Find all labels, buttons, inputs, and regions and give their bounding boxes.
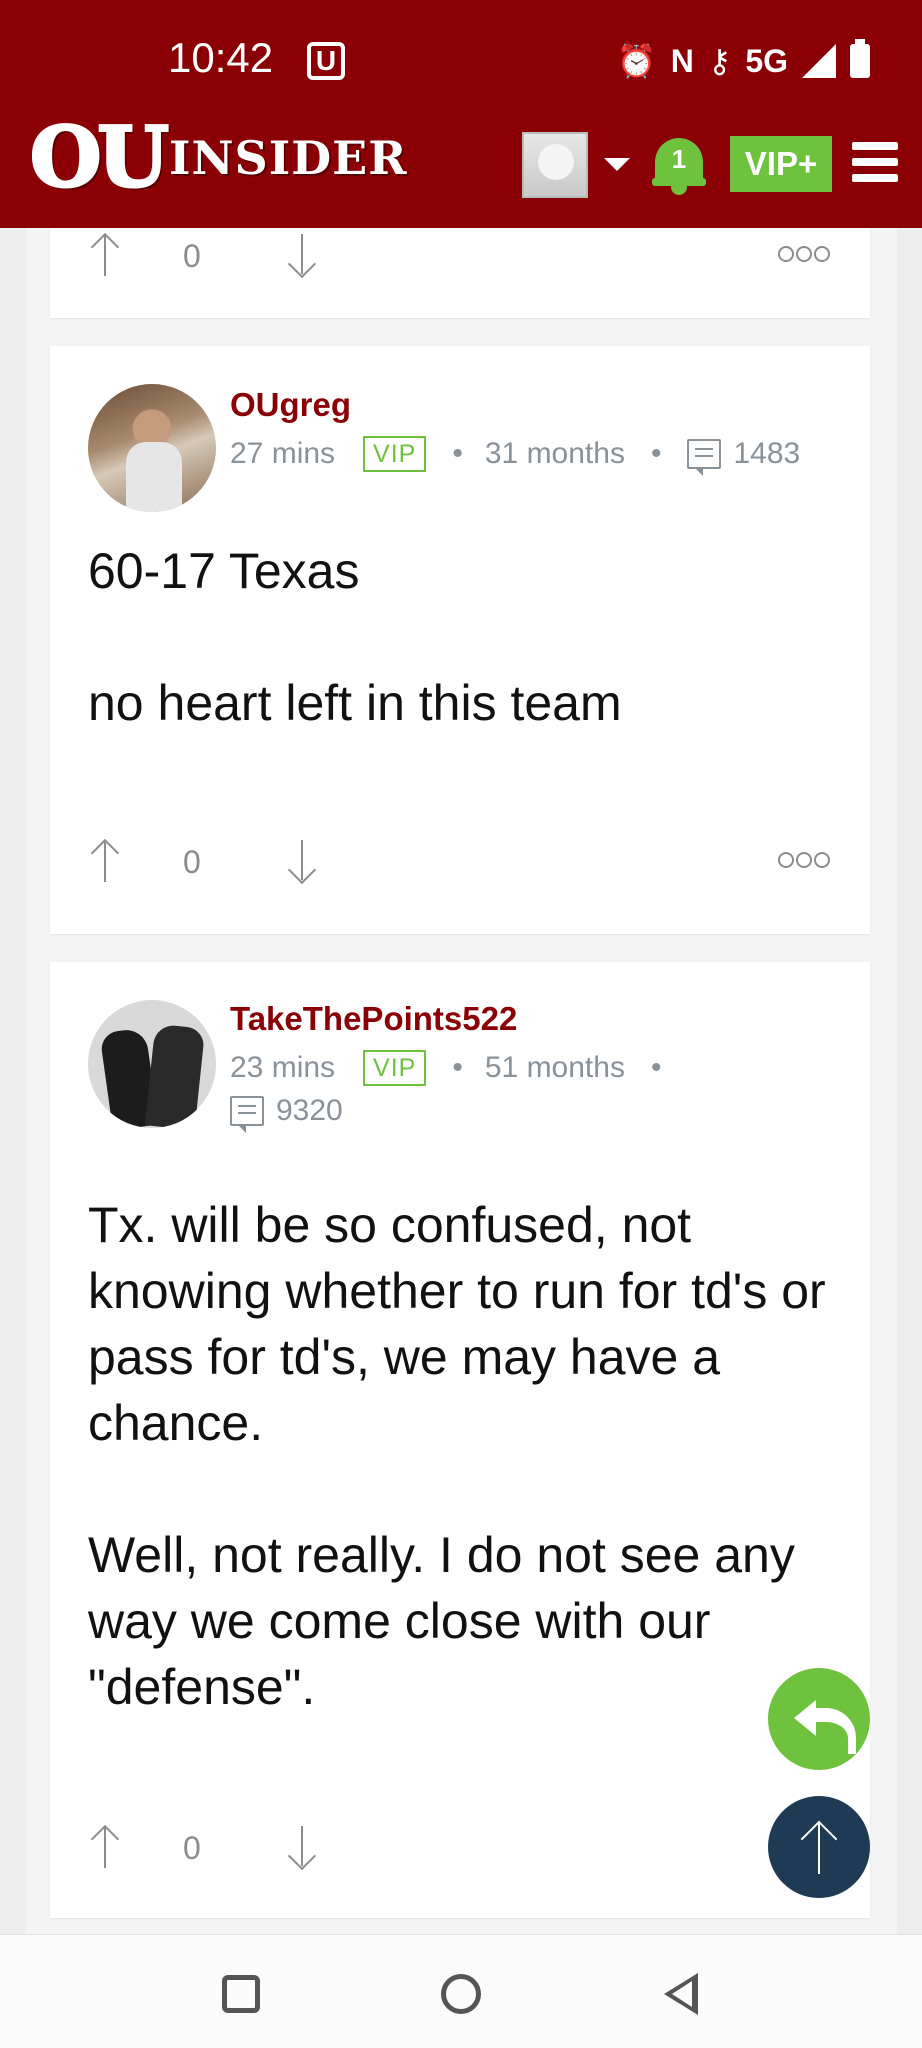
- system-nav-bar: [0, 1934, 922, 2048]
- comment-meta: TakeThePoints522 23 mins VIP • 51 months…: [230, 1000, 840, 1133]
- home-icon[interactable]: [441, 1974, 481, 2014]
- comment-meta: OUgreg 27 mins VIP • 31 months • 1483: [230, 386, 840, 476]
- avatar[interactable]: [88, 384, 216, 512]
- post-count: 9320: [276, 1094, 343, 1127]
- separator-dot: •: [452, 1051, 463, 1084]
- comment-paragraph: 60-17 Texas: [88, 543, 360, 599]
- vote-count: 0: [183, 1830, 201, 1866]
- username-link[interactable]: TakeThePoints522: [230, 1000, 840, 1038]
- hamburger-menu-icon[interactable]: [852, 142, 898, 182]
- logo-ou: OU: [29, 110, 171, 206]
- chevron-down-icon[interactable]: [604, 158, 630, 171]
- notification-count: 1: [671, 144, 687, 174]
- downvote-arrow-icon[interactable]: [287, 1824, 317, 1870]
- separator-dot: •: [650, 437, 662, 470]
- downvote-arrow-icon[interactable]: [287, 838, 317, 884]
- comment-card: 0: [50, 228, 870, 318]
- notifications-button[interactable]: 1: [652, 134, 706, 196]
- post-count: 1483: [733, 437, 801, 470]
- vote-count: 0: [183, 238, 201, 274]
- comment-paragraph: Tx. will be so confused, not knowing whe…: [88, 1197, 826, 1451]
- site-logo[interactable]: OU INSIDER: [29, 110, 408, 206]
- separator-dot: •: [452, 437, 463, 470]
- vote-bar: 0: [90, 834, 830, 894]
- username-link[interactable]: OUgreg: [230, 386, 840, 424]
- battery-icon: [850, 39, 870, 78]
- app-header: 10:42 U ⏰ N ⚷ 5G OU INSIDER 1 VIP+: [0, 0, 922, 228]
- recents-icon[interactable]: [222, 1975, 260, 2013]
- comment-paragraph: Well, not really. I do not see any way w…: [88, 1527, 795, 1715]
- upvote-arrow-icon[interactable]: [90, 1824, 120, 1870]
- vote-bar: 0: [90, 228, 830, 288]
- comment-count-icon: [687, 439, 722, 476]
- separator-dot: •: [650, 1051, 662, 1084]
- comment-feed[interactable]: 0 OUgreg 27 mins VIP • 31 months • 1483 …: [26, 228, 897, 1934]
- time-ago: 27 mins: [230, 437, 336, 470]
- status-icons: ⏰ N ⚷ 5G: [617, 38, 870, 84]
- vote-bar: 0: [90, 1820, 830, 1880]
- membership-duration: 51 months: [484, 1051, 625, 1084]
- comment-card: TakeThePoints522 23 mins VIP • 51 months…: [50, 962, 870, 1918]
- membership-duration: 31 months: [484, 437, 625, 470]
- vip-badge: VIP: [363, 436, 427, 472]
- more-options-icon[interactable]: [778, 246, 830, 262]
- time-ago: 23 mins: [230, 1051, 336, 1084]
- network-label: 5G: [745, 42, 788, 79]
- vip-badge: VIP: [363, 1050, 427, 1086]
- scroll-to-top-button[interactable]: [768, 1796, 870, 1898]
- status-time: 10:42: [168, 34, 274, 81]
- alarm-icon: ⏰: [616, 43, 657, 79]
- vpn-key-icon: ⚷: [707, 43, 732, 79]
- carrier-badge: U: [307, 42, 345, 80]
- comment-body: Tx. will be so confused, not knowing whe…: [88, 1192, 834, 1720]
- vip-plus-button[interactable]: VIP+: [730, 136, 832, 192]
- back-icon[interactable]: [664, 1973, 698, 2015]
- vote-count: 0: [183, 844, 201, 880]
- downvote-arrow-icon[interactable]: [287, 232, 317, 278]
- comment-body: 60-17 Texas no heart left in this team: [88, 538, 834, 736]
- logo-insider: INSIDER: [168, 131, 408, 185]
- nfc-icon: N: [670, 42, 694, 79]
- signal-icon: [802, 44, 836, 78]
- upvote-arrow-icon[interactable]: [90, 838, 120, 884]
- avatar[interactable]: [88, 1000, 216, 1128]
- comment-count-icon: [230, 1096, 264, 1133]
- upvote-arrow-icon[interactable]: [90, 232, 120, 278]
- comment-paragraph: no heart left in this team: [88, 675, 622, 731]
- comment-card: OUgreg 27 mins VIP • 31 months • 1483 60…: [50, 346, 870, 934]
- more-options-icon[interactable]: [778, 852, 830, 868]
- reply-button[interactable]: [768, 1668, 870, 1770]
- user-avatar-button[interactable]: [522, 132, 588, 198]
